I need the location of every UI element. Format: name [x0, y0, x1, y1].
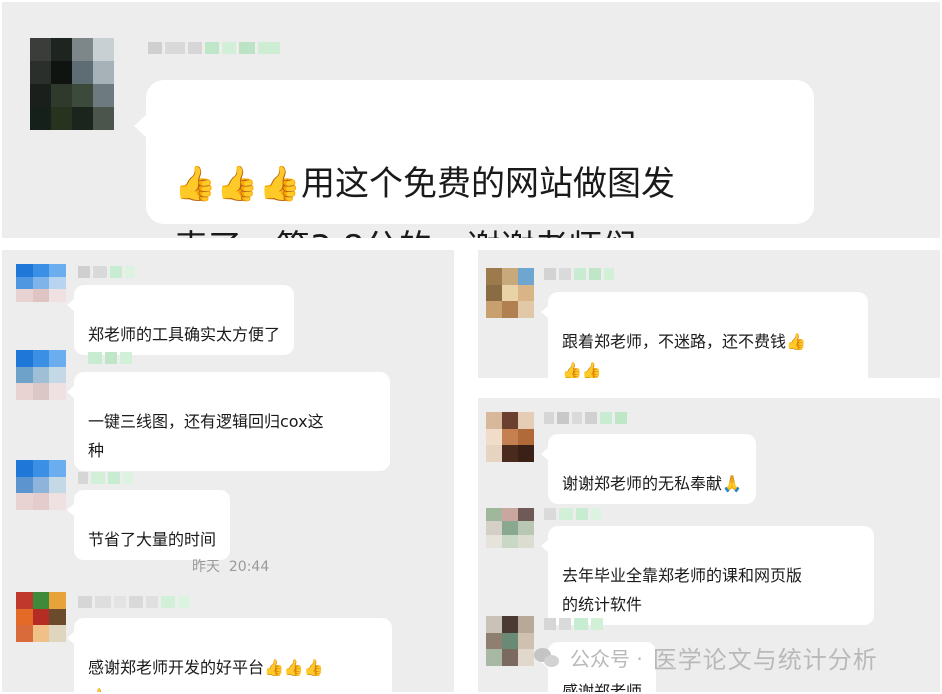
- avatar[interactable]: [16, 350, 66, 400]
- blurred-sender-name: [544, 618, 603, 630]
- message-bubble[interactable]: 去年毕业全靠郑老师的课和网页版 的统计软件: [541, 526, 874, 625]
- avatar[interactable]: [16, 460, 66, 510]
- blurred-sender-name: [148, 42, 280, 54]
- avatar[interactable]: [486, 412, 534, 462]
- left-chat-panel: 郑老师的工具确实太方便了 一键三线图，还有逻辑回归cox这 种 节省了大量的时间…: [2, 250, 454, 692]
- message-text: 谢谢郑老师的无私奉献🙏: [562, 474, 742, 493]
- message-text: 跟着郑老师，不迷路，还不费钱👍 👍👍: [562, 332, 806, 378]
- watermark-account: 医学论文与统计分析: [652, 646, 878, 674]
- timestamp: 昨天 20:44: [192, 559, 270, 575]
- avatar[interactable]: [16, 264, 66, 302]
- wechat-icon: [534, 647, 560, 668]
- message-text: 去年毕业全靠郑老师的课和网页版 的统计软件: [562, 566, 803, 614]
- message-text: 郑老师的工具确实太方便了: [88, 325, 281, 344]
- blurred-sender-name: [78, 266, 135, 278]
- right-top-chat-panel: 跟着郑老师，不迷路，还不费钱👍 👍👍: [478, 250, 940, 378]
- blurred-sender-name: [78, 472, 133, 484]
- blurred-sender-name: [544, 508, 601, 520]
- message-bubble[interactable]: 感谢郑老师开发的好平台👍👍👍 👍: [67, 618, 392, 692]
- watermark-label: 公众号 ·: [570, 647, 643, 671]
- message-bubble[interactable]: 谢谢郑老师的无私奉献🙏: [541, 434, 756, 504]
- avatar[interactable]: [16, 592, 66, 642]
- message-bubble[interactable]: 一键三线图，还有逻辑回归cox这 种: [67, 372, 390, 471]
- message-bubble[interactable]: 👍👍👍用这个免费的网站做图发 表了一篇3.8分的，谢谢老师们: [134, 80, 814, 238]
- message-text: 节省了大量的时间: [88, 530, 217, 549]
- blurred-sender-name: [78, 596, 190, 608]
- blurred-sender-name: [544, 268, 614, 280]
- message-bubble[interactable]: 节省了大量的时间: [66, 490, 231, 560]
- blurred-sender-name: [88, 352, 132, 364]
- message-text: 👍👍👍用这个免费的网站做图发 表了一篇3.8分的，谢谢老师们: [174, 164, 676, 238]
- avatar[interactable]: [30, 38, 114, 130]
- message-text: 感谢郑老师开发的好平台👍👍👍 👍: [88, 658, 324, 692]
- message-text: 一键三线图，还有逻辑回归cox这 种: [88, 412, 324, 460]
- watermark: 公众号 · 医学论文与统计分析: [534, 640, 878, 675]
- message-text: 感谢郑老师: [562, 682, 643, 692]
- blurred-sender-name: [544, 412, 627, 424]
- message-bubble[interactable]: 跟着郑老师，不迷路，还不费钱👍 👍👍: [541, 292, 868, 378]
- top-chat-panel: 👍👍👍用这个免费的网站做图发 表了一篇3.8分的，谢谢老师们: [2, 2, 940, 238]
- message-bubble[interactable]: 郑老师的工具确实太方便了: [66, 285, 295, 355]
- avatar[interactable]: [486, 268, 534, 318]
- avatar[interactable]: [486, 616, 534, 666]
- avatar[interactable]: [486, 508, 534, 548]
